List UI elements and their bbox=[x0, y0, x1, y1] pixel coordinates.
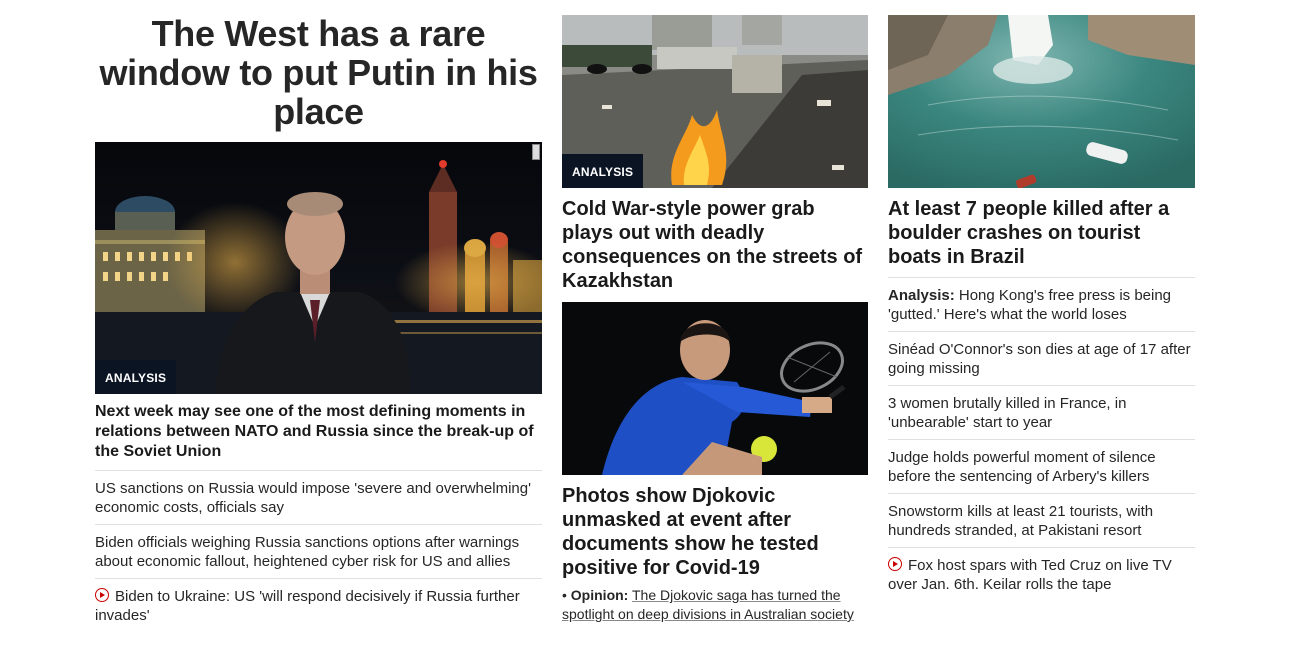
brazil-boat-image[interactable] bbox=[888, 15, 1195, 188]
list-item: Sinéad O'Connor's son dies at age of 17 … bbox=[888, 332, 1195, 386]
story-link[interactable]: Sinéad O'Connor's son dies at age of 17 … bbox=[888, 340, 1195, 378]
list-item: Analysis: Hong Kong's free press is bein… bbox=[888, 278, 1195, 332]
main-headline-link[interactable]: The West has a rare window to put Putin … bbox=[95, 0, 542, 142]
story-link[interactable]: Snowstorm kills at least 21 tourists, wi… bbox=[888, 502, 1195, 540]
list-item: Biden officials weighing Russia sanction… bbox=[95, 525, 542, 579]
list-item: US sanctions on Russia would impose 'sev… bbox=[95, 471, 542, 525]
story-text: Fox host spars with Ted Cruz on live TV … bbox=[888, 557, 1172, 593]
kremlin-night-photo bbox=[95, 142, 542, 394]
photo-credit-tag bbox=[532, 144, 540, 160]
analysis-badge: ANALYSIS bbox=[95, 360, 177, 394]
video-story-link[interactable]: Biden to Ukraine: US 'will respond decis… bbox=[95, 587, 542, 625]
brazil-headline-link[interactable]: At least 7 people killed after a boulder… bbox=[888, 188, 1195, 278]
tennis-player-photo bbox=[562, 302, 868, 475]
story-link[interactable]: Judge holds powerful moment of silence b… bbox=[888, 448, 1195, 486]
list-item: Snowstorm kills at least 21 tourists, wi… bbox=[888, 494, 1195, 548]
more-stories-list: Analysis: Hong Kong's free press is bein… bbox=[888, 278, 1195, 601]
right-stories-column: At least 7 people killed after a boulder… bbox=[888, 0, 1195, 601]
putin-image[interactable]: ANALYSIS bbox=[95, 142, 542, 394]
djokovic-image[interactable] bbox=[562, 302, 868, 475]
analysis-label: Analysis: bbox=[888, 287, 955, 304]
list-item: Biden to Ukraine: US 'will respond decis… bbox=[95, 579, 542, 632]
video-story-link[interactable]: Fox host spars with Ted Cruz on live TV … bbox=[888, 556, 1195, 594]
waterfall-lake-photo bbox=[888, 15, 1195, 188]
analysis-badge: ANALYSIS bbox=[562, 154, 644, 188]
play-icon bbox=[888, 557, 902, 571]
story-link[interactable]: US sanctions on Russia would impose 'sev… bbox=[95, 479, 542, 517]
story-link[interactable]: 3 women brutally killed in France, in 'u… bbox=[888, 394, 1195, 432]
kazakhstan-image[interactable]: ANALYSIS bbox=[562, 15, 868, 188]
story-text: Biden to Ukraine: US 'will respond decis… bbox=[95, 588, 520, 624]
middle-stories-column: ANALYSIS Cold War-style power grab plays… bbox=[562, 0, 868, 624]
story-link[interactable]: Biden officials weighing Russia sanction… bbox=[95, 533, 542, 571]
list-item: Fox host spars with Ted Cruz on live TV … bbox=[888, 548, 1195, 601]
opinion-link[interactable]: Opinion: The Djokovic saga has turned th… bbox=[562, 587, 854, 622]
story-link[interactable]: Analysis: Hong Kong's free press is bein… bbox=[888, 286, 1195, 324]
lead-story-column: The West has a rare window to put Putin … bbox=[95, 0, 542, 632]
opinion-label: Opinion: bbox=[570, 587, 629, 603]
opinion-item: • Opinion: The Djokovic saga has turned … bbox=[562, 580, 868, 624]
list-item: Judge holds powerful moment of silence b… bbox=[888, 440, 1195, 494]
play-icon bbox=[95, 588, 109, 602]
lead-story-link[interactable]: Next week may see one of the most defini… bbox=[95, 394, 542, 471]
djokovic-headline-link[interactable]: Photos show Djokovic unmasked at event a… bbox=[562, 475, 868, 580]
related-stories-list: US sanctions on Russia would impose 'sev… bbox=[95, 471, 542, 632]
bullet: • bbox=[562, 587, 567, 603]
kazakhstan-headline-link[interactable]: Cold War-style power grab plays out with… bbox=[562, 188, 868, 302]
list-item: 3 women brutally killed in France, in 'u… bbox=[888, 386, 1195, 440]
